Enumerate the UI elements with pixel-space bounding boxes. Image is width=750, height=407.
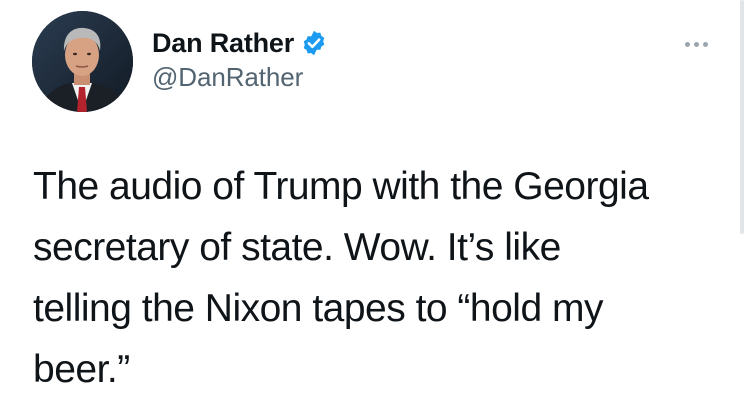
- profile-photo-avatar: [32, 11, 133, 112]
- more-options-dot: [693, 41, 699, 47]
- tweet-text-line: telling the Nixon tapes to “hold my: [33, 287, 603, 330]
- author-handle[interactable]: @DanRather: [152, 62, 328, 93]
- avatar[interactable]: [32, 11, 133, 112]
- more-options-icon: [684, 41, 690, 47]
- verified-badge-icon: [300, 29, 328, 57]
- tweet-text: The audio of Trump with the Georgia secr…: [33, 156, 733, 400]
- tweet-card: Dan Rather @DanRather The audio of Trump…: [0, 0, 750, 407]
- author-display-name[interactable]: Dan Rather: [152, 28, 294, 59]
- tweet-author: Dan Rather @DanRather: [152, 24, 328, 93]
- more-options-dot: [702, 41, 708, 47]
- scrollbar[interactable]: [740, 0, 744, 234]
- tweet-text-line: secretary of state. Wow. It’s like: [33, 226, 561, 269]
- more-options-button[interactable]: [678, 36, 714, 52]
- tweet-text-line: beer.”: [33, 348, 130, 391]
- author-name-row: Dan Rather: [152, 24, 328, 62]
- tweet-text-line: The audio of Trump with the Georgia: [33, 165, 649, 208]
